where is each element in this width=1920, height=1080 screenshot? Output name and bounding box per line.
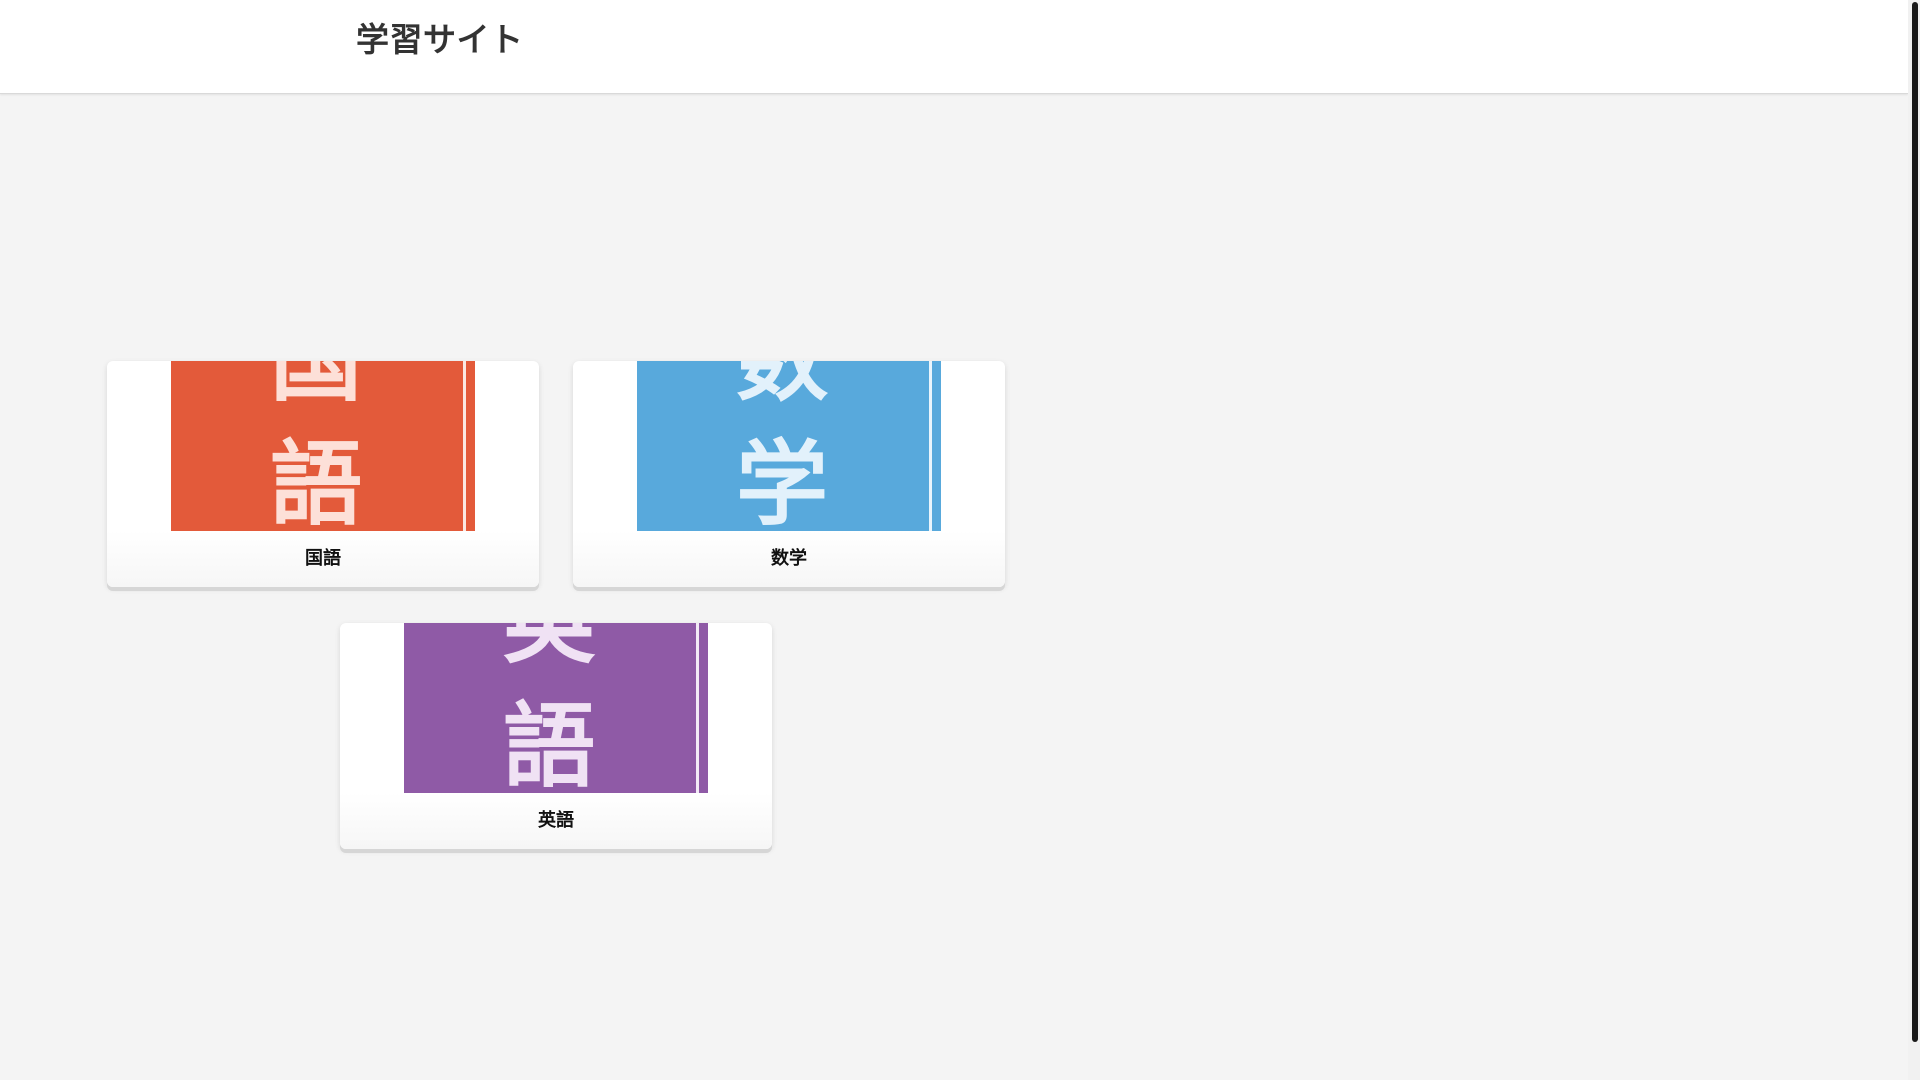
subject-card-sugaku[interactable]: 数 学 数学	[573, 361, 1005, 587]
image-glyph-bottom: 語	[502, 693, 595, 793]
site-header: 学習サイト	[0, 0, 1908, 94]
image-glyph-bottom: 語	[269, 431, 362, 531]
image-stripe	[929, 361, 932, 531]
image-stripe	[463, 361, 466, 531]
image-stripe	[696, 623, 699, 793]
scrollbar-thumb[interactable]	[1912, 2, 1918, 1042]
subject-card-eigo[interactable]: 英 語 英語	[340, 623, 772, 849]
subject-image-kokugo: 国 語	[171, 361, 475, 531]
image-glyph-bottom: 学	[735, 431, 828, 531]
site-title[interactable]: 学習サイト	[356, 18, 524, 62]
subject-label-sugaku[interactable]: 数学	[573, 531, 1005, 587]
subject-label-eigo[interactable]: 英語	[340, 793, 772, 849]
subject-image-eigo: 英 語	[404, 623, 708, 793]
subject-card-kokugo[interactable]: 国 語 国語	[107, 361, 539, 587]
image-glyph-top: 数	[697, 361, 867, 407]
page-scrollbar[interactable]	[1908, 0, 1920, 1080]
image-glyph-top: 国	[231, 361, 401, 407]
image-glyph-top: 英	[464, 623, 634, 669]
subject-image-sugaku: 数 学	[637, 361, 941, 531]
subject-label-kokugo[interactable]: 国語	[107, 531, 539, 587]
